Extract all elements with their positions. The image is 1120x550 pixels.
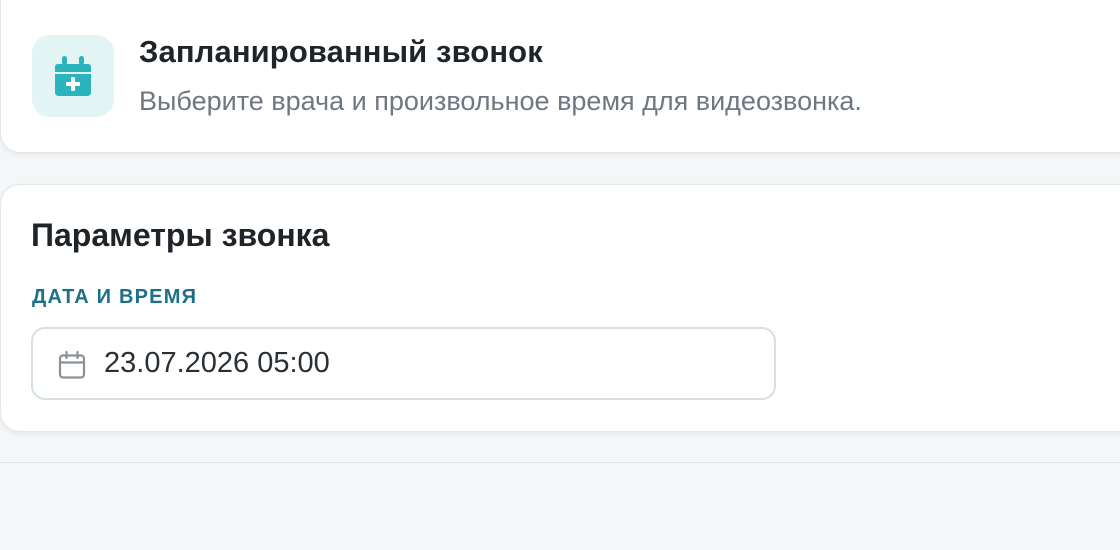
datetime-label: ДАТА И ВРЕМЯ xyxy=(32,286,198,308)
page-subtitle: Выберите врача и произвольное время для … xyxy=(139,86,862,116)
call-parameters-card: Параметры звонка ДАТА И ВРЕМЯ 23.07.2026… xyxy=(0,184,1120,432)
section-title: Параметры звонка xyxy=(31,217,330,253)
calendar-icon xyxy=(57,350,87,380)
datetime-value: 23.07.2026 05:00 xyxy=(104,347,330,379)
schedule-call-header-card: Запланированный звонок Выберите врача и … xyxy=(0,0,1120,153)
page-title: Запланированный звонок xyxy=(139,34,543,69)
datetime-input[interactable]: 23.07.2026 05:00 xyxy=(31,327,776,400)
calendar-plus-icon xyxy=(32,35,114,117)
divider xyxy=(0,462,1120,463)
